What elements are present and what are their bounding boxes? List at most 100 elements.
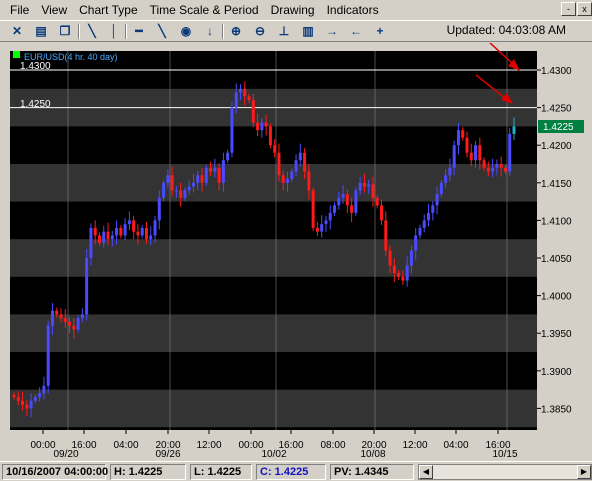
candle-body [375,197,379,206]
x-date-label: 10/02 [261,449,286,460]
candle-body [358,182,362,191]
candle-body [508,133,512,172]
candle-body [80,314,84,319]
price-chart[interactable]: 1.4300 1.4250 1.4200 1.4150 1.4100 1.4050 1.40… [0,43,592,460]
chart-area[interactable]: 1.4300 1.4250 1.4200 1.4150 1.4100 1.4050 1.40… [0,43,592,460]
candle-body [461,130,465,138]
candle-body [435,194,439,206]
candle-body [277,152,281,176]
candle-body [251,100,255,123]
candle-body [345,194,349,206]
candle-body [230,107,234,153]
plus-icon[interactable]: + [371,23,389,40]
target-icon[interactable]: ◉ [177,23,195,40]
candle-body [136,231,140,236]
vertical-line-icon[interactable]: │ [105,23,123,40]
candle-body [85,258,89,315]
y-tick-label: 1.3950 [541,329,572,340]
candle-body [33,397,37,401]
candle-body [140,227,144,236]
candle-body [474,145,478,161]
zoom-in-icon[interactable]: ⊕ [227,23,245,40]
candle-body [422,220,426,228]
candle-body [132,220,136,232]
candle-body [333,205,337,213]
candle-body [328,212,332,221]
menu-drawing[interactable]: Drawing [265,0,321,20]
minimize-button[interactable]: - [561,2,576,16]
status-close: C: 1.4225 [256,464,326,480]
candle-body [456,130,460,146]
window-controls: - x [561,2,592,16]
x-date-label: 09/20 [53,449,78,460]
arrow-down-icon[interactable]: ↓ [201,23,219,40]
y-tick-label: 1.3900 [541,367,572,378]
menu-time-scale[interactable]: Time Scale & Period [144,0,265,20]
candle-body [444,175,448,183]
status-datetime: 10/16/2007 04:00:00 [2,464,108,480]
candle-body [256,122,260,131]
move-right-icon[interactable]: → [323,23,341,40]
zoom-out-icon[interactable]: ⊖ [251,23,269,40]
y-tick-label: 1.4100 [541,216,572,227]
close-button[interactable]: x [577,2,592,16]
candle-body [170,175,174,191]
copy-icon[interactable]: ❐ [56,23,74,40]
candle-body [409,250,413,266]
background-band [10,389,537,428]
candle-body [93,227,97,236]
instrument-color-swatch [13,51,20,58]
candle-body [21,400,25,405]
candle-body [320,224,324,232]
y-axis: 1.4300 1.4250 1.4200 1.4150 1.4100 1.4050 1.40… [537,66,572,415]
menu-view[interactable]: View [35,0,73,20]
horizontal-scrollbar[interactable]: ◀ ▶ [418,464,592,480]
scroll-right-button[interactable]: ▶ [577,465,591,479]
menu-indicators[interactable]: Indicators [321,0,385,20]
candle-body [204,167,208,183]
menu-file[interactable]: File [4,0,35,20]
x-tick-label: 04:00 [113,440,138,451]
candle-body [478,145,482,161]
hline-label-1: 1.4300 [20,61,51,72]
candle-body [209,167,213,172]
candle-body [29,400,33,409]
y-tick-label: 1.4000 [541,292,572,303]
scroll-left-button[interactable]: ◀ [419,465,433,479]
candle-body [46,325,50,386]
candle-body [119,227,123,236]
candle-body [110,235,114,240]
candle-body [55,310,59,315]
candle-body [418,227,422,236]
move-left-icon[interactable]: ← [347,23,365,40]
candle-body [362,182,366,187]
line-draw-icon[interactable]: ╲ [153,23,171,40]
candle-body [371,184,375,198]
chart-indicator-icon[interactable]: ▥ [299,23,317,40]
horizontal-line-icon[interactable]: ━ [130,23,148,40]
candle-body [354,190,358,213]
line-tool-icon[interactable]: ╲ [83,23,101,40]
y-tick-label: 1.4250 [541,104,572,115]
candle-body [76,318,80,330]
candle-body [324,220,328,225]
candle-body [72,325,76,330]
candle-body [341,194,345,198]
updated-timestamp: Updated: 04:03:08 AM [446,23,566,37]
candle-body [127,220,131,225]
background-band [10,164,537,202]
x-tick-label: 08:00 [320,440,345,451]
candle-body [439,182,443,195]
candle-body [179,190,183,198]
crosshair-icon[interactable]: ✕ [8,23,26,40]
y-tick-label: 1.4050 [541,254,572,265]
candle-body [38,393,42,398]
print-icon[interactable]: ▤ [32,23,50,40]
x-date-label: 10/08 [360,449,385,460]
baseline-icon[interactable]: ⊥ [275,23,293,40]
candle-body [144,227,148,240]
menu-chart-type[interactable]: Chart Type [73,0,143,20]
candle-body [499,164,503,168]
candle-body [123,224,127,236]
candle-body [102,231,106,243]
